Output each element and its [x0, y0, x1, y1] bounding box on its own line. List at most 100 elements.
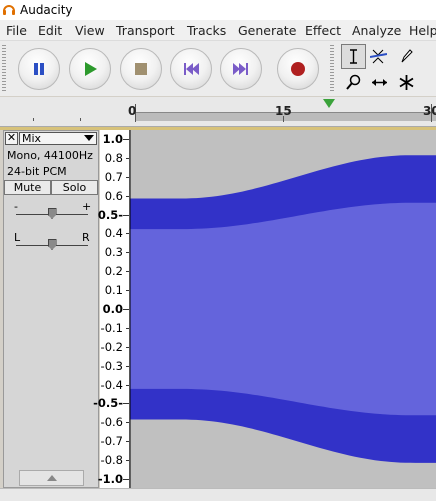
gain-plus-label: + [82, 200, 92, 213]
amplitude-tick [126, 271, 129, 273]
envelope-tool-icon [370, 49, 387, 64]
skip-to-end-button[interactable] [220, 48, 262, 90]
toolbar-grip[interactable] [2, 45, 6, 93]
amplitude-tick [123, 479, 129, 480]
time-shift-tool-icon [372, 79, 387, 86]
track-name: Mix [22, 132, 42, 145]
amplitude-tick [126, 327, 129, 329]
selection-tool[interactable] [341, 44, 366, 69]
ruler-label-0: 0 [128, 104, 137, 118]
amplitude-tick [123, 214, 129, 216]
mute-button[interactable]: Mute [4, 180, 51, 195]
menu-view[interactable]: View [75, 23, 105, 38]
track-format-info: Mono, 44100Hz [7, 149, 93, 162]
tools-toolbar [337, 42, 436, 95]
amplitude-tick [126, 384, 129, 386]
amplitude-label: 0.0 [102, 302, 123, 316]
draw-tool[interactable] [394, 44, 419, 69]
record-button[interactable] [277, 48, 319, 90]
amplitude-label: -0.3 [100, 358, 123, 373]
track-name-menu[interactable]: Mix [19, 132, 97, 145]
amplitude-tick [123, 139, 129, 140]
chevron-up-icon [47, 475, 57, 481]
pause-icon [34, 63, 44, 75]
amplitude-ruler[interactable]: 1.0 0.8 0.7 0.6 0.5- 0.4 0.3 0.2 0.1 0.0 -0.1 -0.2 -… [93, 130, 130, 488]
play-icon [85, 62, 97, 76]
pause-button[interactable] [18, 48, 60, 90]
amplitude-label: -0.8 [100, 453, 123, 468]
amplitude-label: -0.4 [100, 377, 123, 392]
waveform-rms [130, 202, 436, 416]
amplitude-label: 0.1 [104, 283, 123, 298]
menu-effect[interactable]: Effect [305, 23, 341, 38]
envelope-tool[interactable] [366, 44, 391, 69]
ruler-label-15: 15 [275, 104, 292, 118]
track-collapse-button[interactable] [19, 470, 84, 486]
time-shift-tool[interactable] [367, 70, 392, 95]
playback-position-icon[interactable] [323, 99, 335, 108]
amplitude-tick [126, 365, 129, 367]
amplitude-label: -0.2 [100, 339, 123, 354]
selection-tool-icon [350, 49, 357, 64]
amplitude-tick [126, 195, 129, 197]
amplitude-tick [126, 460, 129, 462]
amplitude-tick [126, 290, 129, 292]
skip-to-start-button[interactable] [170, 48, 212, 90]
menu-bar: File Edit View Transport Tracks Generate… [0, 20, 436, 41]
stop-button[interactable] [120, 48, 162, 90]
track-bottom-area [0, 488, 436, 501]
amplitude-tick [123, 403, 129, 405]
amplitude-tick [126, 252, 129, 254]
amplitude-label: -1.0 [97, 472, 123, 486]
amplitude-tick [126, 422, 129, 424]
amplitude-label: -0.5- [93, 396, 123, 411]
ruler-tick [33, 118, 34, 121]
menu-help[interactable]: Help [409, 23, 436, 38]
amplitude-label: -0.6 [100, 415, 123, 430]
amplitude-tick [126, 441, 129, 443]
skip-to-end-icon [233, 63, 248, 75]
audacity-logo-icon [3, 5, 15, 15]
amplitude-label: 0.7 [104, 169, 123, 184]
menu-transport[interactable]: Transport [116, 23, 175, 38]
menu-analyze[interactable]: Analyze [352, 23, 401, 38]
pan-right-label: R [82, 231, 90, 244]
amplitude-tick [126, 233, 129, 235]
amplitude-label: 0.2 [104, 264, 123, 279]
gain-minus-label: - [14, 200, 18, 213]
play-button[interactable] [69, 48, 111, 90]
draw-tool-icon [401, 49, 413, 63]
menu-edit[interactable]: Edit [38, 23, 62, 38]
track-close-button[interactable]: ✕ [5, 132, 18, 145]
amplitude-label: -0.7 [100, 434, 123, 449]
tools-grip[interactable] [330, 45, 334, 93]
menu-generate[interactable]: Generate [238, 23, 296, 38]
menu-file[interactable]: File [6, 23, 27, 38]
track-sample-format: 24-bit PCM [7, 165, 67, 178]
title-bar: Audacity [0, 0, 436, 21]
amplitude-tick [126, 176, 129, 178]
ruler-label-30: 30 [423, 104, 436, 118]
amplitude-label: 0.6 [104, 188, 123, 203]
amplitude-label: 0.8 [104, 150, 123, 165]
amplitude-tick [123, 309, 129, 310]
waveform-display[interactable] [130, 130, 436, 488]
record-icon [291, 62, 305, 76]
zoom-tool[interactable] [341, 70, 366, 95]
menu-tracks[interactable]: Tracks [187, 23, 226, 38]
amplitude-label: 0.4 [104, 226, 123, 241]
amplitude-label: -0.1 [100, 320, 123, 335]
amplitude-label: 0.3 [104, 245, 123, 260]
multi-tool-icon [399, 75, 414, 90]
zoom-tool-icon [346, 74, 361, 90]
chevron-down-icon [84, 135, 94, 141]
skip-to-start-icon [184, 63, 199, 75]
multi-tool[interactable] [394, 70, 419, 95]
ruler-left-area [0, 97, 130, 127]
solo-button[interactable]: Solo [51, 180, 98, 195]
pan-left-label: L [14, 231, 21, 244]
amplitude-tick [126, 346, 129, 348]
amplitude-label: 1.0 [102, 132, 123, 146]
window-title: Audacity [20, 3, 73, 17]
amplitude-tick [126, 157, 129, 159]
